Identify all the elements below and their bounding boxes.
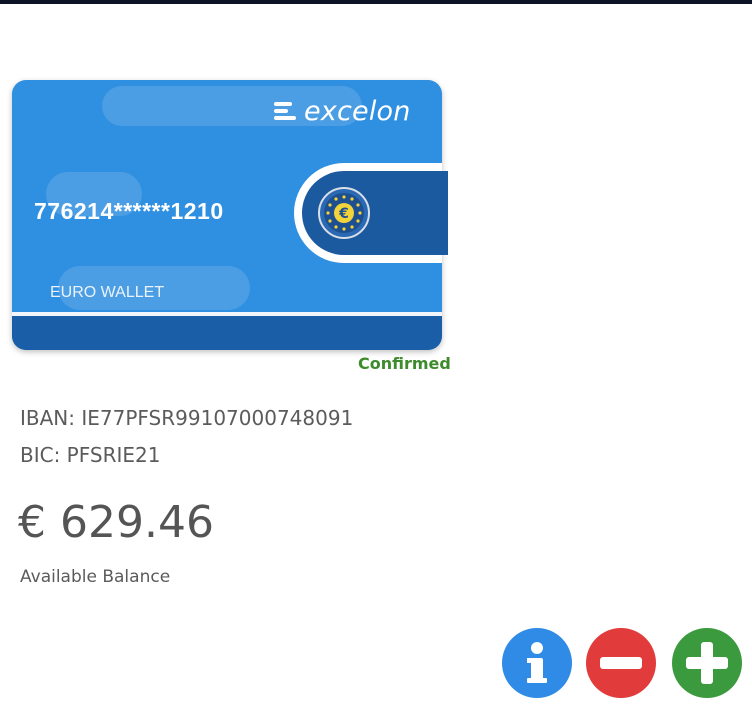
info-icon bbox=[527, 642, 547, 683]
card-number: 776214******1210 bbox=[34, 198, 224, 224]
euro-coin-icon: € bbox=[318, 187, 370, 239]
card-brand-name: excelon bbox=[304, 95, 411, 127]
balance-amount: € 629.46 bbox=[18, 497, 214, 548]
card-bottom-stripe bbox=[12, 316, 442, 350]
top-bar bbox=[0, 0, 752, 4]
wallet-type-label: EURO WALLET bbox=[50, 284, 165, 301]
info-button[interactable] bbox=[502, 628, 572, 698]
balance-label: Available Balance bbox=[20, 567, 171, 587]
add-button[interactable] bbox=[672, 628, 742, 698]
bic-text: BIC: PFSRIE21 bbox=[20, 443, 161, 467]
plus-icon bbox=[686, 642, 728, 684]
minus-icon bbox=[600, 657, 642, 669]
remove-button[interactable] bbox=[586, 628, 656, 698]
brand-mark-icon bbox=[274, 100, 296, 122]
status-badge: Confirmed bbox=[358, 354, 451, 373]
card-brand-logo: excelon bbox=[274, 94, 411, 128]
iban-text: IBAN: IE77PFSR99107000748091 bbox=[20, 406, 354, 430]
currency-symbol: € bbox=[338, 206, 349, 222]
